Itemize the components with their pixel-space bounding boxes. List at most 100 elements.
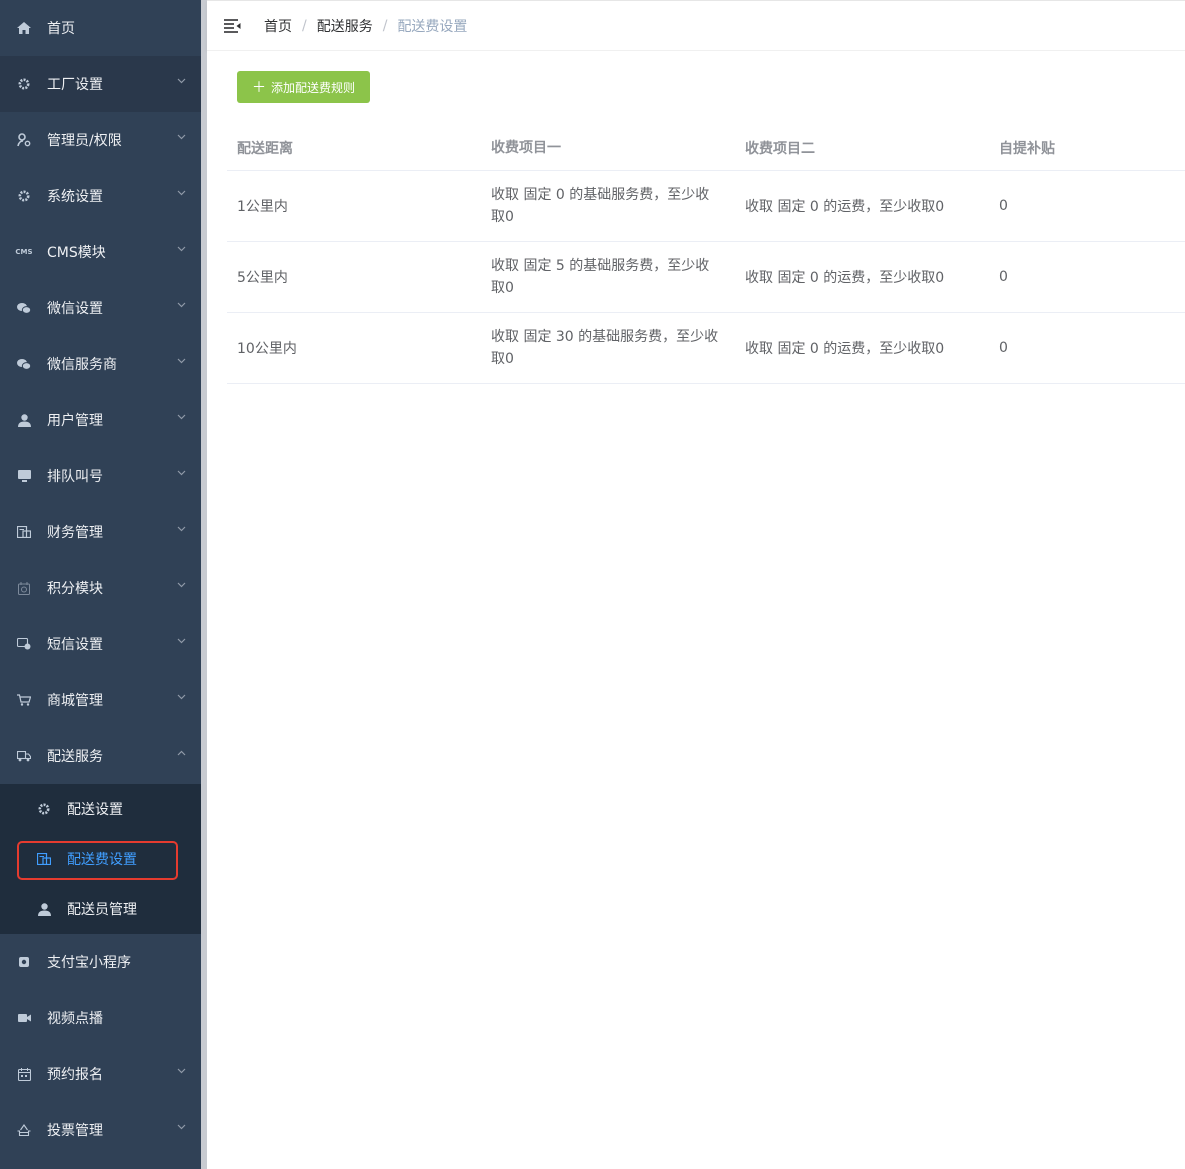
- menu-label: 支付宝小程序: [47, 955, 131, 971]
- breadcrumb-home[interactable]: 首页: [264, 16, 292, 36]
- column-header: 收费项目二: [745, 140, 815, 157]
- chevron-down-icon: [177, 134, 186, 142]
- menu-label: 管理员/权限: [47, 133, 122, 149]
- alipay-icon: [17, 955, 31, 969]
- hamburger-toggle-icon[interactable]: [224, 17, 242, 35]
- finance-icon: [17, 525, 31, 539]
- delivery-fee-table: 配送距离 收费项目一 收费项目二 自提补贴 1公里内 收取 固定 0 的基础服务…: [227, 125, 1185, 384]
- table-cell: 0: [999, 269, 1008, 285]
- submenu-label: 配送费设置: [67, 852, 137, 868]
- submenu-label: 配送设置: [67, 802, 123, 818]
- menu-label: 工厂设置: [47, 77, 103, 93]
- menu-item-video-on-demand[interactable]: 视频点播: [0, 990, 201, 1046]
- table-row[interactable]: 1公里内 收取 固定 0 的基础服务费，至少收取0 收取 固定 0 的运费，至少…: [227, 171, 1185, 242]
- chevron-down-icon: [177, 78, 186, 86]
- submenu-item-delivery-settings[interactable]: 配送设置: [0, 784, 201, 834]
- chevron-down-icon: [177, 526, 186, 534]
- menu-label: 积分模块: [47, 581, 103, 597]
- menu-label: 用户管理: [47, 413, 103, 429]
- submenu-item-delivery-fee-settings[interactable]: 配送费设置: [0, 834, 201, 884]
- menu-label: 商城管理: [47, 693, 103, 709]
- user-icon: [17, 413, 31, 427]
- chevron-up-icon: [177, 750, 186, 758]
- menu-item-appointment[interactable]: 预约报名: [0, 1046, 201, 1102]
- menu-label: 配送服务: [47, 749, 103, 765]
- menu-item-finance[interactable]: 财务管理: [0, 504, 201, 560]
- table-row[interactable]: 10公里内 收取 固定 30 的基础服务费，至少收取0 收取 固定 0 的运费，…: [227, 313, 1185, 384]
- plus-icon: ＋: [251, 80, 266, 96]
- table-row[interactable]: 5公里内 收取 固定 5 的基础服务费，至少收取0 收取 固定 0 的运费，至少…: [227, 242, 1185, 313]
- calendar-icon: [17, 1067, 31, 1081]
- breadcrumb-separator: /: [382, 17, 388, 34]
- menu-label: 短信设置: [47, 637, 103, 653]
- table-header: 配送距离 收费项目一 收费项目二 自提补贴: [227, 125, 1185, 171]
- menu-item-queue[interactable]: 排队叫号: [0, 448, 201, 504]
- table-cell: 收取 固定 0 的运费，至少收取0: [745, 199, 945, 215]
- chevron-down-icon: [177, 302, 186, 310]
- menu-item-wechat-settings[interactable]: 微信设置: [0, 280, 201, 336]
- truck-icon: [17, 749, 31, 763]
- menu-item-factory-settings[interactable]: 工厂设置: [0, 56, 201, 112]
- cms-icon: CMS: [15, 248, 33, 256]
- table-cell: 5公里内: [237, 270, 288, 286]
- menu-item-home[interactable]: 首页: [0, 0, 201, 56]
- menu-item-admin-permissions[interactable]: 管理员/权限: [0, 112, 201, 168]
- menu-item-delivery-service[interactable]: 配送服务: [0, 728, 201, 784]
- video-icon: [17, 1011, 31, 1025]
- column-header: 配送距离: [237, 140, 293, 157]
- menu-label: 排队叫号: [47, 469, 103, 485]
- menu-label: 财务管理: [47, 525, 103, 541]
- menu-item-system-settings[interactable]: 系统设置: [0, 168, 201, 224]
- menu-item-user-management[interactable]: 用户管理: [0, 392, 201, 448]
- chevron-down-icon: [177, 414, 186, 422]
- gear-icon: [37, 802, 51, 816]
- add-delivery-fee-rule-button[interactable]: ＋ 添加配送费规则: [237, 71, 370, 103]
- gear-icon: [17, 77, 31, 91]
- breadcrumb-current: 配送费设置: [397, 18, 468, 35]
- menu-label: 预约报名: [47, 1067, 103, 1083]
- menu-label: 投票管理: [47, 1123, 103, 1139]
- chevron-down-icon: [177, 638, 186, 646]
- points-icon: [17, 581, 31, 595]
- menu-item-sms[interactable]: 短信设置: [0, 616, 201, 672]
- table-cell: 收取 固定 30 的基础服务费，至少收取0: [491, 329, 719, 367]
- chevron-down-icon: [177, 1124, 186, 1132]
- user-icon: [37, 902, 51, 916]
- menu-item-vote-management[interactable]: 投票管理: [0, 1102, 201, 1158]
- menu-label: 系统设置: [47, 189, 103, 205]
- home-icon: [17, 21, 31, 35]
- menu-label: CMS模块: [47, 245, 106, 261]
- breadcrumb-separator: /: [302, 17, 307, 34]
- table-cell: 收取 固定 0 的运费，至少收取0: [745, 270, 945, 286]
- user-key-icon: [17, 133, 31, 147]
- main-content: ＋ 添加配送费规则 配送距离 收费项目一 收费项目二 自提补贴 1公里内 收取 …: [207, 51, 1185, 1169]
- menu-label: 微信服务商: [47, 357, 117, 373]
- chevron-down-icon: [177, 582, 186, 590]
- table-cell: 0: [999, 198, 1008, 214]
- delivery-submenu: 配送设置 配送费设置 配送员管理: [0, 784, 201, 934]
- menu-item-wechat-provider[interactable]: 微信服务商: [0, 336, 201, 392]
- table-cell: 收取 固定 0 的运费，至少收取0: [745, 341, 945, 357]
- chevron-down-icon: [177, 694, 186, 702]
- menu-item-points[interactable]: 积分模块: [0, 560, 201, 616]
- column-header: 自提补贴: [999, 140, 1055, 157]
- add-button-label: 添加配送费规则: [270, 80, 355, 95]
- wechat-icon: [17, 357, 31, 371]
- table-cell: 0: [999, 340, 1008, 356]
- breadcrumb-delivery-service[interactable]: 配送服务: [317, 16, 373, 36]
- chevron-down-icon: [177, 358, 186, 366]
- submenu-label: 配送员管理: [67, 902, 137, 918]
- chevron-down-icon: [177, 190, 186, 198]
- vote-icon: [17, 1123, 31, 1137]
- table-cell: 1公里内: [237, 199, 288, 215]
- sms-icon: [17, 637, 31, 651]
- menu-item-mall[interactable]: 商城管理: [0, 672, 201, 728]
- finance-icon: [37, 852, 51, 866]
- submenu-item-courier-management[interactable]: 配送员管理: [0, 884, 201, 934]
- table-cell: 收取 固定 0 的基础服务费，至少收取0: [491, 187, 710, 225]
- menu-label: 微信设置: [47, 301, 103, 317]
- column-header: 收费项目一: [491, 139, 561, 156]
- gear-icon: [17, 189, 31, 203]
- menu-item-cms[interactable]: CMS CMS模块: [0, 224, 201, 280]
- menu-item-alipay-miniprogram[interactable]: 支付宝小程序: [0, 934, 201, 990]
